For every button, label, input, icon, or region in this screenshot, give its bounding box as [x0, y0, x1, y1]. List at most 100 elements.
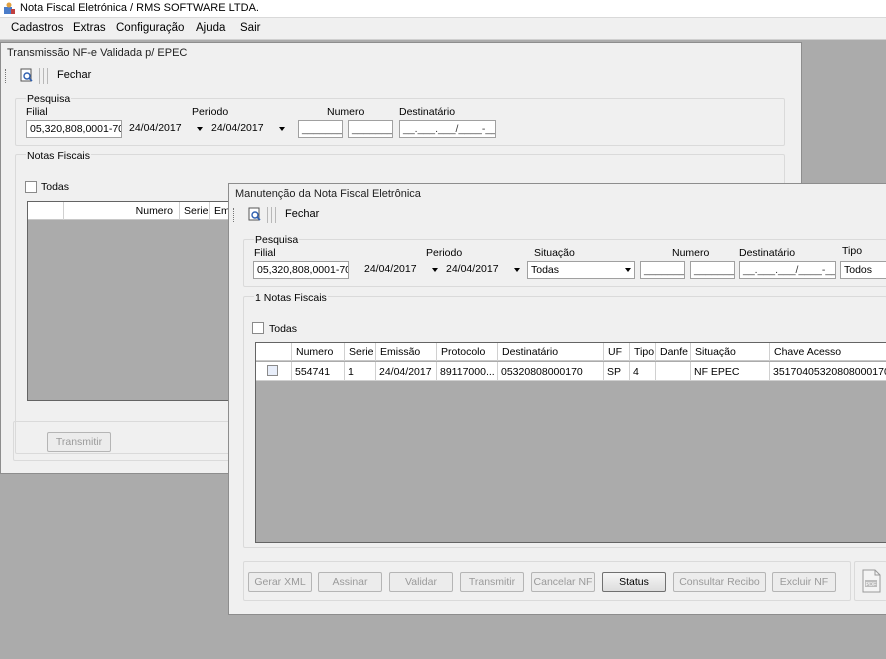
cell-chave-acesso: 35170405320808000170550: [770, 362, 886, 381]
nfe-toolbar: Fechar: [229, 204, 886, 226]
column-header-emissao[interactable]: Emissão: [376, 343, 437, 361]
row-select-cell[interactable]: [256, 362, 292, 381]
search-legend: Pesquisa: [254, 234, 300, 246]
chevron-down-icon[interactable]: [279, 127, 285, 131]
numero-label: Numero: [327, 106, 365, 118]
transmitir-button[interactable]: Transmitir: [460, 572, 524, 592]
validar-button[interactable]: Validar: [389, 572, 453, 592]
numero-to-input[interactable]: _______: [690, 261, 735, 279]
column-header-numero[interactable]: Numero: [292, 343, 345, 361]
cell-danfe: [656, 362, 691, 381]
menu-ajuda[interactable]: Ajuda: [196, 22, 225, 34]
periodo-label: Periodo: [192, 106, 229, 118]
numero-from-input[interactable]: _______: [640, 261, 685, 279]
todas-label: Todas: [269, 323, 298, 335]
destinatario-input[interactable]: __.___.___/____-__: [399, 120, 496, 138]
situacao-label: Situação: [534, 247, 575, 259]
periodo-from-value: 24/04/2017: [129, 122, 182, 134]
notes-legend: Notas Fiscais: [26, 150, 92, 162]
consultar-recibo-button[interactable]: Consultar Recibo: [673, 572, 766, 592]
todas-checkbox[interactable]: [25, 181, 37, 193]
grid-header: Numero Serie Emissão: [28, 202, 236, 220]
cell-destinatario: 05320808000170: [498, 362, 604, 381]
grid-header: Numero Serie Emissão Protocolo Destinatá…: [256, 343, 886, 361]
toolbar-grip: [5, 69, 8, 83]
grid-header-selector: [256, 343, 292, 361]
todas-checkbox[interactable]: [252, 322, 264, 334]
chevron-down-icon[interactable]: [625, 268, 631, 272]
nfe-window-titlebar: Manutenção da Nota Fiscal Eletrônica: [229, 184, 886, 206]
column-header-tipo[interactable]: Tipo: [630, 343, 656, 361]
epec-window-titlebar: Transmissão NF-e Validada p/ EPEC: [1, 43, 801, 65]
toolbar-separator: [275, 207, 276, 223]
cell-tipo: 4: [630, 362, 656, 381]
table-row[interactable]: 554741 1 24/04/2017 89117000... 05320808…: [256, 362, 886, 381]
pdf-icon[interactable]: PDF: [860, 569, 882, 593]
toolbar-separator: [43, 68, 44, 84]
tipo-select[interactable]: Todos: [840, 261, 886, 279]
periodo-from-picker[interactable]: 24/04/2017: [361, 261, 441, 279]
numero-from-input[interactable]: _______: [298, 120, 343, 138]
cell-numero: 554741: [292, 362, 345, 381]
app-title: Nota Fiscal Eletrónica / RMS SOFTWARE LT…: [20, 2, 259, 14]
column-header-danfe[interactable]: Danfe: [656, 343, 691, 361]
notes-legend: 1 Notas Fiscais: [254, 292, 328, 304]
destinatario-label: Destinatário: [739, 247, 796, 259]
column-header-protocolo[interactable]: Protocolo: [437, 343, 498, 361]
preview-icon[interactable]: [19, 68, 34, 83]
chevron-down-icon[interactable]: [514, 268, 520, 272]
app-titlebar: Nota Fiscal Eletrónica / RMS SOFTWARE LT…: [0, 0, 886, 18]
column-header-chave-acesso[interactable]: Chave Acesso: [770, 343, 886, 361]
chevron-down-icon[interactable]: [432, 268, 438, 272]
periodo-to-picker[interactable]: 24/04/2017: [443, 261, 523, 279]
periodo-to-picker[interactable]: 24/04/2017: [208, 120, 288, 138]
filial-label: Filial: [254, 247, 276, 259]
column-header-situacao[interactable]: Situação: [691, 343, 770, 361]
numero-label: Numero: [672, 247, 710, 259]
epec-notes-grid[interactable]: Numero Serie Emissão: [27, 201, 237, 401]
close-button[interactable]: Fechar: [57, 69, 91, 81]
toolbar-separator: [267, 207, 268, 223]
periodo-label: Periodo: [426, 247, 463, 259]
filial-input[interactable]: 05,320,808,0001-70: [253, 261, 349, 279]
row-checkbox[interactable]: [267, 365, 278, 376]
numero-to-input[interactable]: _______: [348, 120, 393, 138]
tipo-value: Todos: [844, 264, 873, 276]
gerar-xml-button[interactable]: Gerar XML: [248, 572, 312, 592]
menu-cadastros[interactable]: Cadastros: [11, 22, 63, 34]
menu-bar: Cadastros Extras Configuração Ajuda Sair: [0, 18, 886, 40]
toolbar-grip: [233, 208, 236, 222]
preview-icon[interactable]: [247, 207, 262, 222]
situacao-select[interactable]: Todas: [527, 261, 635, 279]
epec-window-title: Transmissão NF-e Validada p/ EPEC: [7, 47, 188, 59]
column-header-destinatario[interactable]: Destinatário: [498, 343, 604, 361]
nfe-notes-grid[interactable]: Numero Serie Emissão Protocolo Destinatá…: [255, 342, 886, 543]
column-header-numero[interactable]: Numero: [64, 202, 180, 220]
toolbar-separator: [271, 207, 272, 223]
destinatario-label: Destinatário: [399, 106, 456, 118]
menu-extras[interactable]: Extras: [73, 22, 106, 34]
close-button[interactable]: Fechar: [285, 208, 319, 220]
todas-label: Todas: [41, 181, 70, 193]
cell-protocolo: 89117000...: [437, 362, 498, 381]
toolbar-separator: [47, 68, 48, 84]
column-header-uf[interactable]: UF: [604, 343, 630, 361]
filial-input[interactable]: 05,320,808,0001-70: [26, 120, 122, 138]
periodo-from-picker[interactable]: 24/04/2017: [126, 120, 206, 138]
actions-group: [13, 421, 233, 461]
transmit-button[interactable]: Transmitir: [47, 432, 111, 452]
destinatario-input[interactable]: __.___.___/____-__: [739, 261, 836, 279]
cancelar-nf-button[interactable]: Cancelar NF: [531, 572, 595, 592]
menu-sair[interactable]: Sair: [240, 22, 260, 34]
column-header-serie[interactable]: Serie: [180, 202, 210, 220]
nfe-window-title: Manutenção da Nota Fiscal Eletrônica: [235, 188, 421, 200]
column-header-serie[interactable]: Serie: [345, 343, 376, 361]
menu-configuracao[interactable]: Configuração: [116, 22, 184, 34]
toolbar-separator: [39, 68, 40, 84]
assinar-button[interactable]: Assinar: [318, 572, 382, 592]
excluir-nf-button[interactable]: Excluir NF: [772, 572, 836, 592]
periodo-to-value: 24/04/2017: [446, 263, 499, 275]
pdf-icon-label: PDF: [866, 582, 878, 588]
chevron-down-icon[interactable]: [197, 127, 203, 131]
status-button[interactable]: Status: [602, 572, 666, 592]
